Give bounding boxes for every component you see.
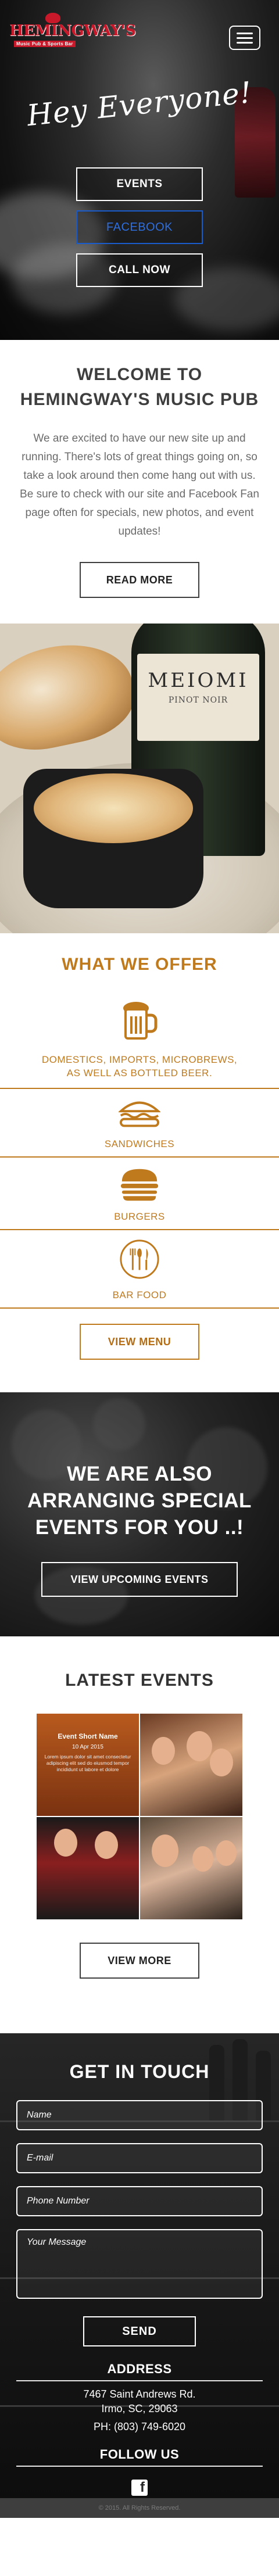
facebook-button[interactable]: FACEBOOK (76, 210, 203, 244)
bottle-label-variety: PINOT NOIR (168, 696, 228, 705)
person-decoration (152, 1737, 175, 1765)
event-photo[interactable] (140, 1714, 242, 1816)
food-photo: MEIOMI PINOT NOIR (0, 624, 279, 933)
event-card[interactable]: Event Short Name 10 Apr 2015 Lorem ipsum… (37, 1714, 139, 1816)
copyright-text: © 2015. All Rights Reserved. (98, 2505, 181, 2511)
logo-tagline: Music Pub & Sports Bar (14, 41, 76, 47)
event-photo[interactable] (140, 1817, 242, 1919)
menu-bar (237, 37, 253, 39)
person-decoration (210, 1749, 233, 1776)
menu-bar (237, 32, 253, 34)
person-decoration (95, 1831, 118, 1859)
offer-item-bar-food: BAR FOOD (0, 1238, 279, 1309)
welcome-body: We are excited to have our new site up a… (20, 432, 259, 538)
beer-mug-icon (119, 1000, 160, 1042)
person-decoration (192, 1846, 213, 1872)
special-line: EVENTS FOR YOU ..! (35, 1516, 244, 1539)
contact-title: GET IN TOUCH (69, 2061, 210, 2082)
follow-us-title: FOLLOW US (99, 2447, 180, 2462)
person-decoration (152, 1835, 178, 1867)
call-now-button[interactable]: CALL NOW (76, 253, 203, 287)
hero-section: HEMINGWAY'S Music Pub & Sports Bar Hey E… (0, 0, 279, 340)
page: HEMINGWAY'S Music Pub & Sports Bar Hey E… (0, 0, 279, 2518)
latest-events-section: LATEST EVENTS Event Short Name 10 Apr 20… (0, 1636, 279, 2033)
burger-icon (119, 1166, 160, 1203)
person-decoration (216, 1840, 237, 1866)
message-field[interactable]: Your Message (16, 2229, 263, 2299)
offer-item-sandwiches: SANDWICHES (0, 1097, 279, 1158)
event-date: 10 Apr 2015 (72, 1744, 103, 1750)
event-text: Lorem ipsum dolor sit amet consectetur a… (44, 1754, 131, 1772)
special-line: ARRANGING SPECIAL (27, 1489, 252, 1512)
welcome-title-line2: HEMINGWAY'S MUSIC PUB (20, 390, 259, 409)
divider (0, 1088, 279, 1089)
address-line: 7467 Saint Andrews Rd. (83, 2388, 196, 2400)
offer-label: AS WELL AS BOTTLED BEER. (66, 1067, 213, 1079)
special-events-section: WE ARE ALSO ARRANGING SPECIAL EVENTS FOR… (0, 1392, 279, 1636)
divider (16, 2380, 263, 2381)
welcome-title: WELCOME TO HEMINGWAY'S MUSIC PUB (0, 362, 279, 412)
hamburger-menu-icon[interactable] (229, 26, 260, 50)
bar-food-icon (119, 1238, 160, 1280)
bread-decoration (0, 632, 142, 761)
footer: © 2015. All Rights Reserved. (0, 2498, 279, 2518)
menu-bar (237, 41, 253, 44)
address-title: ADDRESS (107, 2362, 172, 2376)
offer-label: BAR FOOD (112, 1289, 167, 1300)
divider (16, 2466, 263, 2467)
divider (0, 1307, 279, 1309)
divider (0, 1156, 279, 1158)
address-line: Irmo, SC, 29063 (101, 2403, 178, 2414)
latest-events-title: LATEST EVENTS (65, 1671, 214, 1690)
offer-title: WHAT WE OFFER (62, 955, 217, 974)
welcome-title-line1: WELCOME TO (76, 365, 203, 384)
offer-label: BURGERS (114, 1211, 165, 1222)
view-menu-button[interactable]: VIEW MENU (80, 1324, 199, 1360)
offer-label: SANDWICHES (104, 1138, 175, 1149)
special-events-heading: WE ARE ALSO ARRANGING SPECIAL EVENTS FOR… (0, 1392, 279, 1541)
welcome-section: WELCOME TO HEMINGWAY'S MUSIC PUB We are … (0, 340, 279, 624)
view-more-button[interactable]: VIEW MORE (80, 1943, 199, 1979)
contact-section: GET IN TOUCH Name E-mail Phone Number Yo… (0, 2033, 279, 2498)
divider (0, 1229, 279, 1230)
name-field[interactable]: Name (16, 2100, 263, 2130)
person-decoration (54, 1829, 77, 1857)
read-more-button[interactable]: READ MORE (80, 562, 199, 598)
logo-name: HEMINGWAY'S (9, 22, 136, 40)
offer-section: WHAT WE OFFER DOMESTICS, IMPORTS, MICROB… (0, 933, 279, 1392)
sandwich-icon (119, 1097, 160, 1131)
events-gallery: Event Short Name 10 Apr 2015 Lorem ipsum… (37, 1714, 242, 1919)
event-photo[interactable] (37, 1817, 139, 1919)
phone-field[interactable]: Phone Number (16, 2186, 263, 2216)
logo[interactable]: HEMINGWAY'S Music Pub & Sports Bar (9, 13, 136, 50)
events-button[interactable]: EVENTS (76, 167, 203, 201)
bottle-label: MEIOMI PINOT NOIR (137, 654, 259, 741)
offer-item-beer: DOMESTICS, IMPORTS, MICROBREWS, AS WELL … (0, 1000, 279, 1089)
send-button[interactable]: SEND (83, 2316, 196, 2346)
email-field[interactable]: E-mail (16, 2143, 263, 2173)
dish-decoration (34, 773, 193, 843)
event-name: Event Short Name (58, 1732, 118, 1740)
person-decoration (187, 1731, 212, 1761)
facebook-icon[interactable]: f (131, 2480, 148, 2496)
offer-label: DOMESTICS, IMPORTS, MICROBREWS, (41, 1054, 238, 1065)
offer-item-burgers: BURGERS (0, 1166, 279, 1230)
view-upcoming-events-button[interactable]: VIEW UPCOMING EVENTS (41, 1562, 238, 1597)
phone-number: PH: (803) 749-6020 (93, 2421, 186, 2432)
bottle-label-brand: MEIOMI (148, 669, 249, 692)
special-line: WE ARE ALSO (67, 1463, 212, 1485)
